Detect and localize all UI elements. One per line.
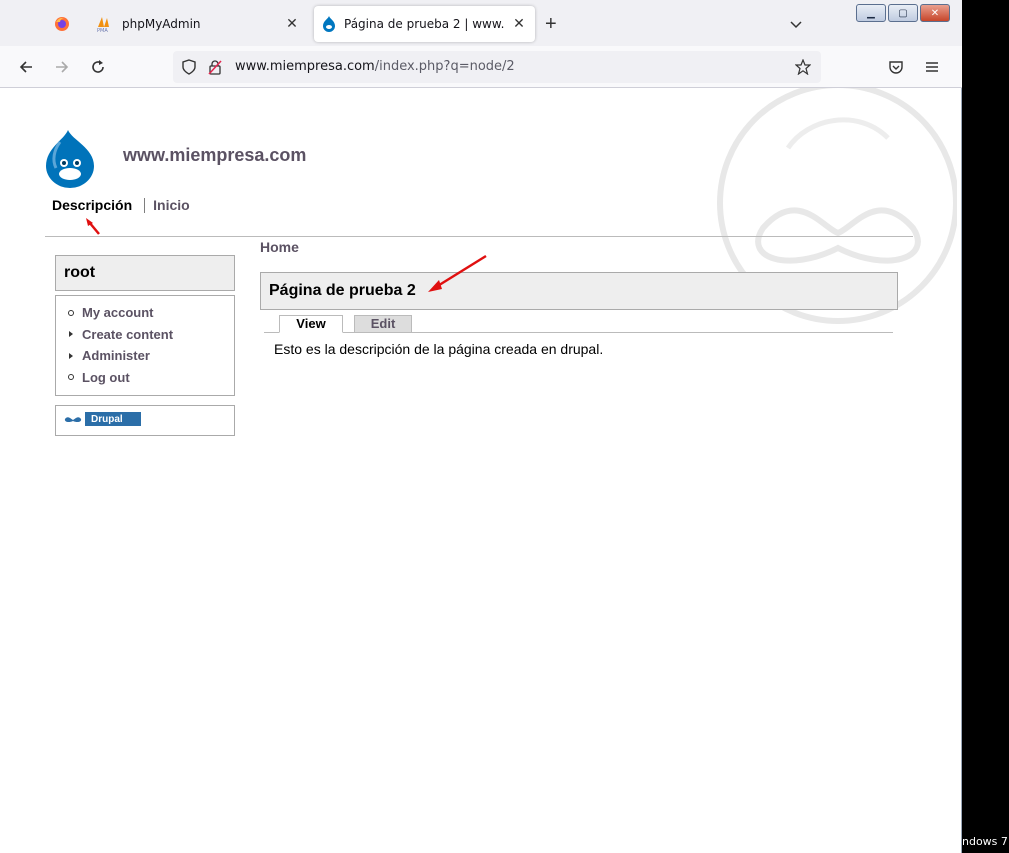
svg-text:PMA: PMA <box>97 28 108 33</box>
drupal-logo[interactable] <box>44 130 96 188</box>
close-icon[interactable]: ✕ <box>511 16 527 32</box>
tab-strip: PMA phpMyAdmin ✕ Página de prueba 2 | ww… <box>0 0 962 46</box>
primary-link-descripcion[interactable]: Descripción <box>52 197 144 213</box>
tab-view[interactable]: View <box>279 315 343 333</box>
circle-bullet-icon <box>68 309 82 316</box>
navigation-bar: www.miempresa.com/index.php?q=node/2 <box>0 46 962 88</box>
tab-phpmyadmin[interactable]: PMA phpMyAdmin ✕ <box>88 6 308 42</box>
back-arrow-icon[interactable] <box>15 56 37 78</box>
node-body-text: Esto es la descripción de la página crea… <box>274 341 604 357</box>
tab-title: phpMyAdmin <box>122 17 201 31</box>
web-page: www.miempresa.com Descripción Inicio roo… <box>2 88 957 853</box>
menu-item-my-account[interactable]: My account <box>56 302 234 324</box>
url-path: /index.php?q=node/2 <box>374 59 515 74</box>
close-icon[interactable]: ✕ <box>284 16 300 32</box>
phpmyadmin-icon: PMA <box>97 17 109 33</box>
forward-arrow-icon[interactable] <box>51 56 73 78</box>
tab-active-page[interactable]: Página de prueba 2 | www.miempresa.com ✕ <box>314 6 535 42</box>
triangle-bullet-icon <box>68 331 82 338</box>
breadcrumb-home[interactable]: Home <box>260 239 299 255</box>
site-name[interactable]: www.miempresa.com <box>123 145 306 166</box>
menu-item-label: My account <box>82 305 154 321</box>
primary-links: Descripción Inicio <box>52 197 190 213</box>
menu-item-label: Administer <box>82 348 150 364</box>
menu-item-administer[interactable]: Administer <box>56 345 234 367</box>
url-host: www.miempresa.com <box>235 59 375 74</box>
link-separator <box>144 197 146 213</box>
insecure-lock-icon[interactable] <box>207 59 223 75</box>
firefox-icon <box>55 17 69 31</box>
hamburger-menu-icon[interactable] <box>921 56 943 78</box>
tab-title: Página de prueba 2 | www.miempresa.com <box>344 17 504 31</box>
shield-icon[interactable] <box>181 59 197 75</box>
tab-edit[interactable]: Edit <box>354 315 412 333</box>
user-menu: My account Create content Administer Log… <box>55 295 235 396</box>
chevron-down-icon[interactable] <box>788 16 804 32</box>
url-text[interactable]: www.miempresa.com/index.php?q=node/2 <box>235 59 515 74</box>
maximize-icon[interactable]: ▢ <box>888 4 918 22</box>
header-divider <box>45 236 913 237</box>
annotation-arrow-icon <box>86 218 100 235</box>
window-close-icon[interactable]: ✕ <box>920 4 950 22</box>
local-tabs: View Edit <box>264 314 893 333</box>
powered-by-label: Drupal <box>91 413 123 425</box>
menu-item-log-out[interactable]: Log out <box>56 367 234 389</box>
pocket-icon[interactable] <box>885 56 907 78</box>
menu-item-label: Create content <box>82 326 174 342</box>
tab-firefox-view[interactable] <box>44 6 80 42</box>
powered-by-block: Drupal <box>55 405 235 436</box>
primary-link-inicio[interactable]: Inicio <box>153 197 190 213</box>
annotation-arrow-icon <box>428 254 487 292</box>
address-bar[interactable]: www.miempresa.com/index.php?q=node/2 <box>173 51 821 83</box>
user-navigation-block: root My account Create content Administe… <box>55 255 235 436</box>
taskbar-text: ndows 7 <box>962 835 1008 848</box>
user-block-title: root <box>55 255 235 291</box>
bookmark-star-icon[interactable] <box>795 59 811 75</box>
triangle-bullet-icon <box>68 352 82 359</box>
menu-item-create-content[interactable]: Create content <box>56 324 234 346</box>
window-controls: ▁ ▢ ✕ <box>856 4 950 22</box>
powered-by-drupal-badge[interactable]: Drupal <box>61 412 141 426</box>
page-title: Página de prueba 2 <box>260 272 898 310</box>
circle-bullet-icon <box>68 374 82 381</box>
reload-icon[interactable] <box>87 56 109 78</box>
drupal-icon <box>323 16 335 32</box>
drupal-drop-icon <box>61 412 85 426</box>
minimize-icon[interactable]: ▁ <box>856 4 886 22</box>
browser-window: PMA phpMyAdmin ✕ Página de prueba 2 | ww… <box>0 0 962 853</box>
new-tab-plus-icon[interactable]: + <box>545 14 557 34</box>
menu-item-label: Log out <box>82 369 130 385</box>
